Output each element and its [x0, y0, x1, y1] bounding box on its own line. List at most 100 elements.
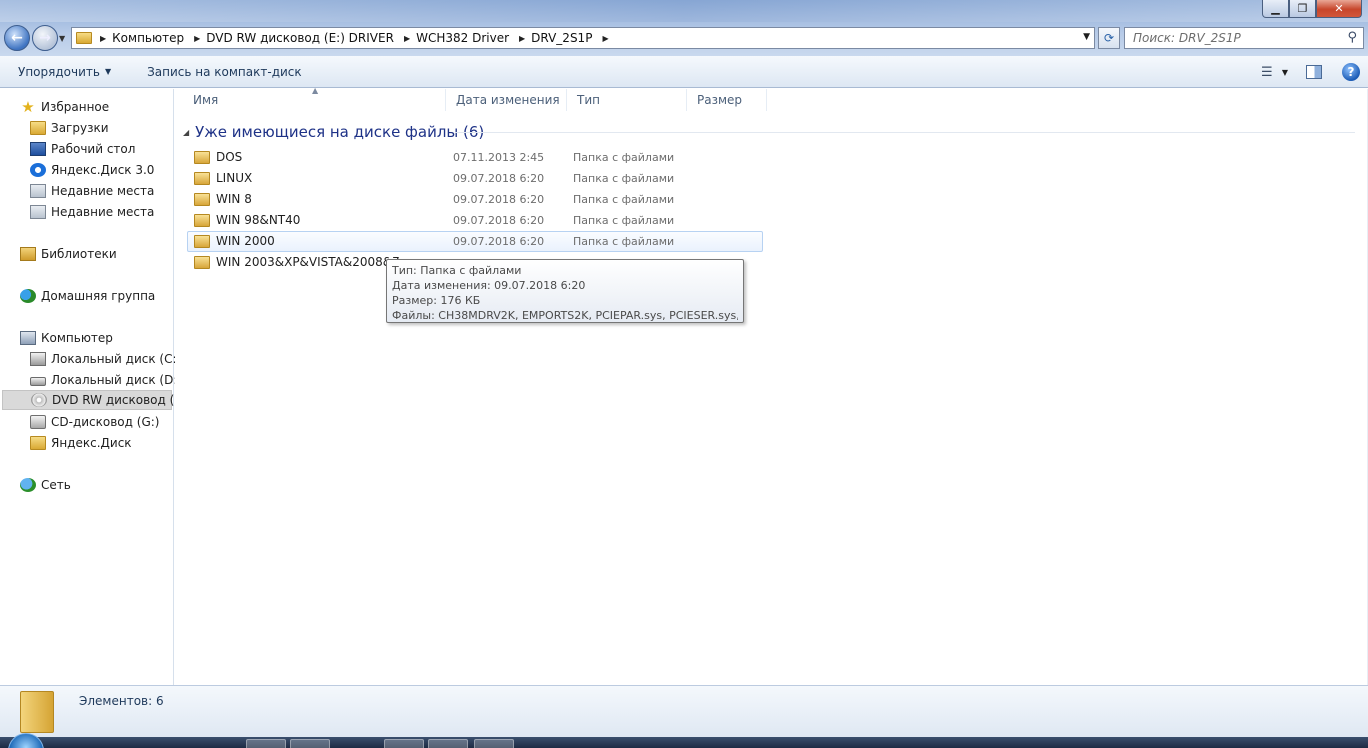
recent-pages-dropdown[interactable]: ▼	[59, 34, 65, 43]
file-name: DOS	[216, 150, 243, 164]
group-divider	[455, 132, 1355, 133]
folder-icon	[194, 213, 210, 227]
search-icon[interactable]: ⚲	[1347, 30, 1357, 45]
search-input[interactable]	[1125, 28, 1335, 48]
taskbar-button[interactable]	[290, 739, 330, 748]
refresh-button[interactable]: ⟳	[1098, 27, 1120, 49]
column-header-date[interactable]: Дата изменения	[446, 89, 567, 111]
nav-label: Библиотеки	[41, 247, 117, 261]
breadcrumb-computer[interactable]: Компьютер	[112, 31, 184, 45]
nav-item-recent-places[interactable]: Недавние места	[0, 181, 154, 201]
dvd-drive-icon	[31, 393, 47, 407]
breadcrumb-wch382[interactable]: WCH382 Driver	[416, 31, 509, 45]
collapse-triangle-icon[interactable]: ◢	[183, 128, 189, 137]
organize-button[interactable]: Упорядочить ▼	[0, 56, 129, 87]
chevron-down-icon[interactable]: ▼	[1282, 68, 1288, 77]
file-type: Папка с файлами	[573, 214, 675, 227]
nav-computer[interactable]: Компьютер	[0, 328, 113, 348]
computer-icon	[20, 331, 36, 345]
tooltip-size: Размер: 176 КБ	[392, 294, 481, 307]
breadcrumb-arrow-icon[interactable]: ▶	[100, 34, 106, 43]
nav-label: Недавние места	[51, 205, 155, 219]
column-header-name[interactable]: Имя	[183, 89, 446, 111]
folder-tooltip: Тип: Папка с файлами Дата изменения: 09.…	[386, 259, 744, 323]
command-bar: Упорядочить ▼ Запись на компакт-диск ☰ ▼…	[0, 56, 1368, 88]
nav-item-desktop[interactable]: Рабочий стол	[0, 139, 135, 159]
file-row[interactable]: WIN 8 09.07.2018 6:20 Папка с файлами	[187, 189, 763, 210]
file-date: 09.07.2018 6:20	[453, 214, 545, 227]
libraries-icon	[20, 247, 36, 261]
nav-item-downloads[interactable]: Загрузки	[0, 118, 109, 138]
maximize-button[interactable]: ❐	[1289, 0, 1316, 18]
file-row[interactable]: WIN 98&NT40 09.07.2018 6:20 Папка с файл…	[187, 210, 763, 231]
downloads-folder-icon	[30, 121, 46, 135]
file-date: 07.11.2013 2:45	[453, 151, 545, 164]
breadcrumb-arrow-icon[interactable]: ▶	[602, 34, 608, 43]
nav-item-yandex-disk[interactable]: Яндекс.Диск	[0, 433, 132, 453]
file-row[interactable]: LINUX 09.07.2018 6:20 Папка с файлами	[187, 168, 763, 189]
nav-label: Локальный диск (C:)	[51, 352, 182, 366]
nav-item-cd-drive-g[interactable]: CD-дисковод (G:)	[0, 412, 159, 432]
recent-places-icon	[30, 205, 46, 219]
nav-homegroup[interactable]: Домашняя группа	[0, 286, 155, 306]
breadcrumb-arrow-icon[interactable]: ▶	[519, 34, 525, 43]
breadcrumb-arrow-icon[interactable]: ▶	[404, 34, 410, 43]
taskbar-button[interactable]	[428, 739, 468, 748]
back-button[interactable]: ←	[4, 25, 30, 51]
taskbar-button[interactable]	[384, 739, 424, 748]
column-header-size[interactable]: Размер	[687, 89, 767, 111]
nav-label: Компьютер	[41, 331, 113, 345]
tooltip-type: Тип: Папка с файлами	[392, 264, 522, 277]
taskbar-button[interactable]	[474, 739, 514, 748]
folder-icon	[194, 234, 210, 248]
file-list: ▲ Имя Дата изменения Тип Размер ◢ Уже им…	[175, 86, 1368, 685]
nav-favorites[interactable]: ★ Избранное	[0, 97, 109, 117]
file-row[interactable]: DOS 07.11.2013 2:45 Папка с файлами	[187, 147, 763, 168]
address-dropdown-icon[interactable]: ▼	[1083, 32, 1090, 42]
column-header-type[interactable]: Тип	[567, 89, 687, 111]
item-count: Элементов: 6	[79, 694, 164, 708]
burn-button[interactable]: Запись на компакт-диск	[129, 56, 320, 87]
view-options-icon[interactable]: ☰	[1256, 64, 1278, 80]
toolbar-right: ☰ ▼ ?	[1256, 56, 1368, 88]
breadcrumb-arrow-icon[interactable]: ▶	[194, 34, 200, 43]
homegroup-icon	[20, 289, 36, 303]
file-type: Папка с файлами	[573, 172, 675, 185]
breadcrumb-dvd-drive[interactable]: DVD RW дисковод (E:) DRIVER	[206, 31, 394, 45]
hard-drive-icon	[30, 377, 46, 386]
nav-item-recent-places-2[interactable]: Недавние места	[0, 202, 154, 222]
system-drive-icon	[30, 352, 46, 366]
preview-pane-icon[interactable]	[1306, 65, 1322, 79]
nav-label: Сеть	[41, 478, 71, 492]
details-pane: Элементов: 6	[0, 685, 1368, 737]
breadcrumb: ▶ Компьютер ▶ DVD RW дисковод (E:) DRIVE…	[98, 28, 615, 48]
breadcrumb-drv2s1p[interactable]: DRV_2S1P	[531, 31, 592, 45]
close-button[interactable]: ✕	[1316, 0, 1362, 18]
file-row-hovered[interactable]: WIN 2000 09.07.2018 6:20 Папка с файлами	[187, 231, 763, 252]
group-header[interactable]: ◢ Уже имеющиеся на диске файлы (6)	[183, 123, 484, 141]
nav-label: Избранное	[41, 100, 110, 114]
nav-libraries[interactable]: Библиотеки	[0, 244, 117, 264]
cd-drive-icon	[30, 415, 46, 429]
folder-icon	[194, 255, 210, 269]
column-label: Тип	[577, 93, 600, 107]
network-icon	[20, 478, 36, 492]
navigation-pane: ★ Избранное Загрузки Рабочий стол Яндекс…	[0, 89, 191, 685]
nav-item-drive-d[interactable]: Локальный диск (D:)	[0, 370, 182, 390]
desktop-icon	[30, 142, 46, 156]
help-icon[interactable]: ?	[1342, 63, 1360, 81]
nav-item-yandex-disk-3[interactable]: Яндекс.Диск 3.0	[0, 160, 154, 180]
taskbar-button[interactable]	[246, 739, 286, 748]
taskbar	[0, 733, 1368, 748]
minimize-button[interactable]: ▁	[1262, 0, 1289, 18]
nav-label: Рабочий стол	[51, 142, 136, 156]
search-box[interactable]: ⚲	[1124, 27, 1364, 49]
file-name: LINUX	[216, 171, 253, 185]
organize-label: Упорядочить	[18, 64, 100, 79]
nav-item-drive-c[interactable]: Локальный диск (C:)	[0, 349, 181, 369]
nav-network[interactable]: Сеть	[0, 475, 71, 495]
column-label: Дата изменения	[456, 93, 560, 107]
forward-button[interactable]: →	[32, 25, 58, 51]
address-bar[interactable]: ▶ Компьютер ▶ DVD RW дисковод (E:) DRIVE…	[71, 27, 1095, 49]
nav-item-dvd-drive-e[interactable]: DVD RW дисковод (E:)	[2, 390, 191, 410]
